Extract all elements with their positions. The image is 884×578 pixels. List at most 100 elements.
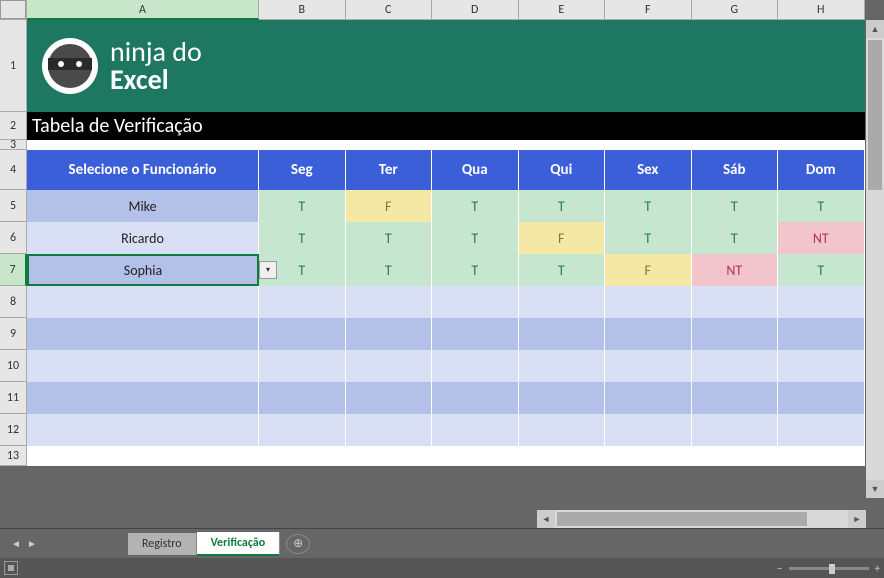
th-employee[interactable]: Selecione o Funcionário (27, 150, 259, 190)
day-cell[interactable]: F (605, 254, 692, 286)
day-cell[interactable] (692, 318, 779, 350)
day-cell[interactable] (432, 286, 519, 318)
th-seg[interactable]: Seg (259, 150, 346, 190)
day-cell[interactable]: F (346, 190, 433, 222)
col-header-A[interactable]: A (27, 0, 259, 20)
employee-name-cell[interactable]: Ricardo (27, 222, 259, 254)
zoom-out-button[interactable]: − (777, 562, 782, 575)
day-cell[interactable] (778, 382, 865, 414)
employee-name-cell[interactable]: Sophia▾ (27, 254, 259, 286)
day-cell[interactable] (259, 382, 346, 414)
scroll-down-icon[interactable]: ▼ (866, 480, 884, 498)
tab-nav-next-icon[interactable]: ► (26, 538, 38, 550)
zoom-slider[interactable] (789, 567, 869, 570)
day-cell[interactable]: T (692, 190, 779, 222)
day-cell[interactable] (432, 414, 519, 446)
blank-row[interactable] (27, 446, 865, 466)
th-sex[interactable]: Sex (605, 150, 692, 190)
col-header-D[interactable]: D (432, 0, 519, 20)
day-cell[interactable] (605, 318, 692, 350)
day-cell[interactable] (519, 318, 606, 350)
tab-nav-prev-icon[interactable]: ◄ (10, 538, 22, 550)
day-cell[interactable] (519, 350, 606, 382)
day-cell[interactable] (346, 414, 433, 446)
day-cell[interactable] (692, 286, 779, 318)
day-cell[interactable]: T (778, 190, 865, 222)
row-header-7[interactable]: 7 (0, 254, 27, 286)
row-header-1[interactable]: 1 (0, 20, 27, 112)
day-cell[interactable]: T (605, 222, 692, 254)
day-cell[interactable] (346, 286, 433, 318)
zoom-in-button[interactable]: + (875, 562, 880, 575)
employee-name-cell[interactable] (27, 414, 259, 446)
scroll-right-icon[interactable]: ► (848, 510, 866, 528)
day-cell[interactable] (692, 414, 779, 446)
day-cell[interactable] (259, 350, 346, 382)
vertical-scrollbar[interactable]: ▲ ▼ (866, 20, 884, 498)
day-cell[interactable] (778, 318, 865, 350)
day-cell[interactable] (432, 382, 519, 414)
day-cell[interactable]: T (432, 254, 519, 286)
new-sheet-button[interactable]: ⊕ (286, 534, 310, 554)
row-header-3[interactable]: 3 (0, 140, 27, 150)
day-cell[interactable] (605, 414, 692, 446)
day-cell[interactable]: T (432, 190, 519, 222)
col-header-C[interactable]: C (346, 0, 433, 20)
day-cell[interactable] (692, 350, 779, 382)
row-header-12[interactable]: 12 (0, 414, 27, 446)
day-cell[interactable] (346, 318, 433, 350)
day-cell[interactable]: T (259, 222, 346, 254)
day-cell[interactable] (778, 414, 865, 446)
day-cell[interactable]: NT (692, 254, 779, 286)
row-header-9[interactable]: 9 (0, 318, 27, 350)
row-header-11[interactable]: 11 (0, 382, 27, 414)
employee-name-cell[interactable]: Mike (27, 190, 259, 222)
dropdown-icon[interactable]: ▾ (259, 261, 277, 279)
day-cell[interactable] (432, 350, 519, 382)
col-header-F[interactable]: F (605, 0, 692, 20)
day-cell[interactable]: T (519, 254, 606, 286)
employee-name-cell[interactable] (27, 286, 259, 318)
sheet-tab-verificacao[interactable]: Verificação (197, 532, 281, 556)
th-qua[interactable]: Qua (432, 150, 519, 190)
th-dom[interactable]: Dom (778, 150, 865, 190)
employee-name-cell[interactable] (27, 382, 259, 414)
row-header-2[interactable]: 2 (0, 112, 27, 140)
day-cell[interactable]: T (778, 254, 865, 286)
col-header-G[interactable]: G (692, 0, 779, 20)
day-cell[interactable] (778, 286, 865, 318)
day-cell[interactable] (346, 382, 433, 414)
select-all-corner[interactable] (0, 0, 27, 20)
day-cell[interactable]: T (346, 254, 433, 286)
scroll-left-icon[interactable]: ◄ (537, 510, 555, 528)
row-header-6[interactable]: 6 (0, 222, 27, 254)
day-cell[interactable] (692, 382, 779, 414)
day-cell[interactable]: T (605, 190, 692, 222)
col-header-E[interactable]: E (519, 0, 606, 20)
day-cell[interactable]: T (259, 190, 346, 222)
employee-name-cell[interactable] (27, 318, 259, 350)
th-sab[interactable]: Sáb (692, 150, 779, 190)
row-header-13[interactable]: 13 (0, 446, 27, 466)
day-cell[interactable] (778, 350, 865, 382)
macro-record-button[interactable] (4, 561, 18, 575)
employee-name-cell[interactable] (27, 350, 259, 382)
day-cell[interactable]: T (432, 222, 519, 254)
scroll-thumb-v[interactable] (868, 40, 882, 190)
day-cell[interactable] (259, 414, 346, 446)
col-header-B[interactable]: B (259, 0, 346, 20)
day-cell[interactable] (432, 318, 519, 350)
day-cell[interactable]: T (346, 222, 433, 254)
day-cell[interactable]: T (692, 222, 779, 254)
day-cell[interactable] (519, 286, 606, 318)
day-cell[interactable] (519, 414, 606, 446)
day-cell[interactable] (259, 286, 346, 318)
sheet-tab-registro[interactable]: Registro (128, 533, 197, 555)
day-cell[interactable]: NT (778, 222, 865, 254)
day-cell[interactable] (519, 382, 606, 414)
row-header-8[interactable]: 8 (0, 286, 27, 318)
scroll-thumb-h[interactable] (557, 512, 807, 526)
horizontal-scrollbar[interactable]: ◄ ► (537, 510, 866, 528)
day-cell[interactable]: T (519, 190, 606, 222)
th-ter[interactable]: Ter (346, 150, 433, 190)
